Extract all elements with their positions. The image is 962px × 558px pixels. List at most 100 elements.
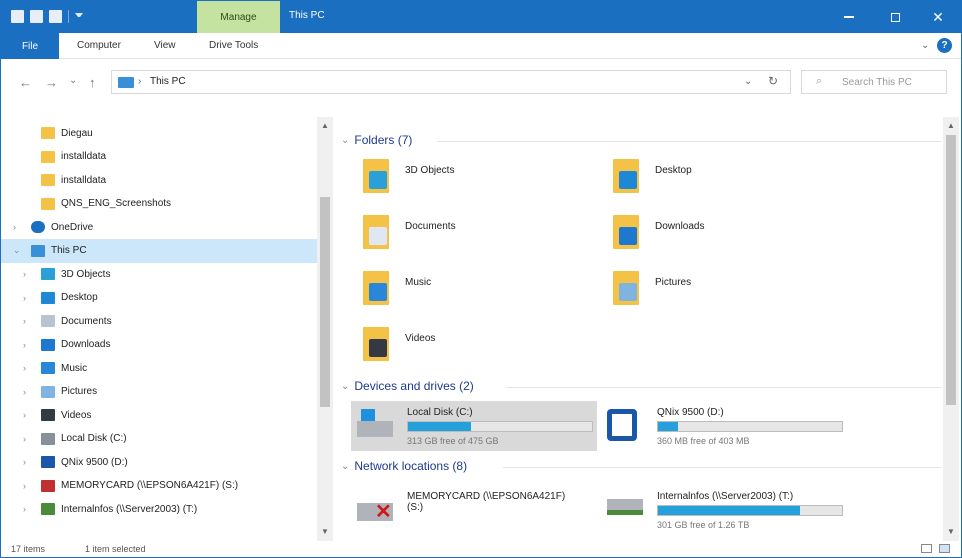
nav-item[interactable]: › Internalnfos (\\Server2003) (T:) bbox=[1, 497, 317, 521]
manage-tab[interactable]: Manage bbox=[197, 1, 280, 33]
expand-icon[interactable]: › bbox=[23, 457, 26, 467]
nav-item[interactable]: › OneDrive bbox=[1, 215, 317, 239]
folder-item[interactable]: Downloads bbox=[591, 209, 831, 259]
breadcrumb-separator[interactable]: › bbox=[138, 76, 141, 87]
drive-item[interactable]: ✕ MEMORYCARD (\\EPSON6A421F) (S:) bbox=[351, 485, 597, 535]
status-bar: 17 items 1 item selected bbox=[1, 541, 961, 557]
windows-logo-icon bbox=[361, 409, 375, 421]
details-view-icon[interactable] bbox=[921, 544, 932, 553]
nav-item[interactable]: › MEMORYCARD (\\EPSON6A421F) (S:) bbox=[1, 474, 317, 498]
group-collapse-icon[interactable]: ⌄ bbox=[341, 381, 349, 392]
folder-item[interactable]: Pictures bbox=[591, 265, 831, 315]
nav-item[interactable]: QNS_ENG_Screenshots bbox=[1, 192, 317, 216]
drive-name: Local Disk (C:) bbox=[407, 407, 473, 418]
expand-icon[interactable]: › bbox=[23, 504, 26, 514]
nav-item[interactable]: › Local Disk (C:) bbox=[1, 427, 317, 451]
network-drive-disconnected-icon bbox=[41, 479, 55, 492]
group-header-devices[interactable]: ⌄ Devices and drives (2) bbox=[341, 379, 474, 393]
expand-icon[interactable]: › bbox=[23, 410, 26, 420]
expand-icon[interactable]: › bbox=[23, 340, 26, 350]
nav-item[interactable]: › Desktop bbox=[1, 286, 317, 310]
downloads-folder-icon bbox=[613, 215, 639, 249]
minimize-button[interactable] bbox=[826, 1, 872, 33]
scroll-up-icon[interactable]: ▲ bbox=[321, 121, 329, 130]
this-pc-icon bbox=[118, 77, 134, 88]
large-icons-view-icon[interactable] bbox=[939, 544, 950, 553]
nav-item-label: Internalnfos (\\Server2003) (T:) bbox=[61, 503, 198, 515]
tab-file[interactable]: File bbox=[1, 33, 59, 59]
nav-item-label: Videos bbox=[61, 409, 92, 421]
expand-icon[interactable]: › bbox=[23, 293, 26, 303]
drive-usage-bar bbox=[407, 421, 593, 432]
expand-icon[interactable]: › bbox=[23, 269, 26, 279]
tab-computer[interactable]: Computer bbox=[77, 40, 121, 51]
expand-icon[interactable]: › bbox=[23, 316, 26, 326]
nav-item[interactable]: ⌄ This PC bbox=[1, 238, 317, 263]
scroll-down-icon[interactable]: ▼ bbox=[947, 527, 955, 536]
nav-item-label: installdata bbox=[61, 151, 107, 162]
drive-item[interactable]: Internalnfos (\\Server2003) (T:) 301 GB f… bbox=[601, 485, 847, 535]
scroll-down-icon[interactable]: ▼ bbox=[321, 527, 329, 536]
nav-item[interactable]: › Documents bbox=[1, 309, 317, 333]
ribbon-tabs: File Computer View Drive Tools ⌄ ? bbox=[1, 33, 961, 59]
explorer-window: Manage This PC ✕ File Computer View Driv… bbox=[0, 0, 962, 558]
forward-button[interactable]: → bbox=[45, 75, 58, 90]
pictures-icon bbox=[41, 385, 55, 398]
back-button[interactable]: ← bbox=[19, 75, 32, 90]
scroll-up-icon[interactable]: ▲ bbox=[947, 121, 955, 130]
nav-item[interactable]: Diegau bbox=[1, 121, 317, 145]
properties-icon[interactable] bbox=[11, 10, 24, 23]
nav-item[interactable]: installdata bbox=[1, 145, 317, 169]
folder-label: Downloads bbox=[655, 221, 705, 232]
nav-item[interactable]: › 3D Objects bbox=[1, 262, 317, 286]
nav-item-label: This PC bbox=[51, 245, 87, 256]
expand-ribbon-icon[interactable]: ⌄ bbox=[921, 40, 929, 51]
nav-item[interactable]: › QNix 9500 (D:) bbox=[1, 450, 317, 474]
nav-item[interactable]: installdata bbox=[1, 168, 317, 192]
scroll-thumb[interactable] bbox=[320, 197, 330, 407]
customize-toolbar-icon[interactable] bbox=[75, 12, 83, 21]
drive-item[interactable]: Local Disk (C:) 313 GB free of 475 GB bbox=[351, 401, 597, 451]
refresh-icon[interactable]: ↻ bbox=[768, 74, 778, 88]
address-dropdown-icon[interactable]: ⌄ bbox=[744, 76, 752, 87]
folder-label: Videos bbox=[405, 333, 436, 344]
drive-usage-fill bbox=[658, 506, 800, 515]
scroll-thumb[interactable] bbox=[946, 135, 956, 405]
close-button[interactable]: ✕ bbox=[915, 1, 961, 33]
group-collapse-icon[interactable]: ⌄ bbox=[341, 461, 349, 472]
expand-icon[interactable]: › bbox=[13, 222, 16, 232]
expand-icon[interactable]: › bbox=[23, 363, 26, 373]
save-icon[interactable] bbox=[49, 10, 62, 23]
folder-item[interactable]: Desktop bbox=[591, 153, 831, 203]
tab-view[interactable]: View bbox=[154, 40, 176, 51]
expand-icon[interactable]: › bbox=[23, 387, 26, 397]
up-button[interactable]: ↑ bbox=[89, 75, 96, 90]
group-header-network[interactable]: ⌄ Network locations (8) bbox=[341, 459, 467, 473]
search-input[interactable]: ⌕ Search This PC bbox=[801, 70, 947, 94]
recent-locations-button[interactable]: ⌄ bbox=[69, 75, 77, 86]
folder-item[interactable]: 3D Objects bbox=[341, 153, 581, 203]
drive-item[interactable]: QNix 9500 (D:) 360 MB free of 403 MB bbox=[601, 401, 847, 451]
new-folder-icon[interactable] bbox=[30, 10, 43, 23]
folder-item[interactable]: Videos bbox=[341, 321, 581, 371]
nav-scrollbar[interactable]: ▲ ▼ bbox=[317, 117, 333, 541]
drive-name: QNix 9500 (D:) bbox=[657, 407, 724, 418]
content-scrollbar[interactable]: ▲ ▼ bbox=[943, 117, 959, 541]
nav-item[interactable]: › Videos bbox=[1, 403, 317, 427]
nav-item[interactable]: › Pictures bbox=[1, 380, 317, 404]
expand-icon[interactable]: › bbox=[23, 481, 26, 491]
help-icon[interactable]: ? bbox=[937, 38, 952, 53]
expand-icon[interactable]: › bbox=[23, 434, 26, 444]
nav-item[interactable]: › Downloads bbox=[1, 333, 317, 357]
address-bar[interactable]: › This PC ⌄ ↻ bbox=[111, 70, 791, 94]
group-collapse-icon[interactable]: ⌄ bbox=[341, 135, 349, 146]
maximize-button[interactable] bbox=[872, 1, 918, 33]
local-disk-icon bbox=[357, 409, 393, 437]
tab-drive-tools[interactable]: Drive Tools bbox=[209, 40, 258, 51]
folder-item[interactable]: Music bbox=[341, 265, 581, 315]
expand-icon[interactable]: ⌄ bbox=[13, 245, 21, 256]
folder-item[interactable]: Documents bbox=[341, 209, 581, 259]
group-header-folders[interactable]: ⌄ Folders (7) bbox=[341, 133, 412, 147]
nav-item[interactable]: › Music bbox=[1, 356, 317, 380]
breadcrumb[interactable]: This PC bbox=[150, 76, 186, 87]
